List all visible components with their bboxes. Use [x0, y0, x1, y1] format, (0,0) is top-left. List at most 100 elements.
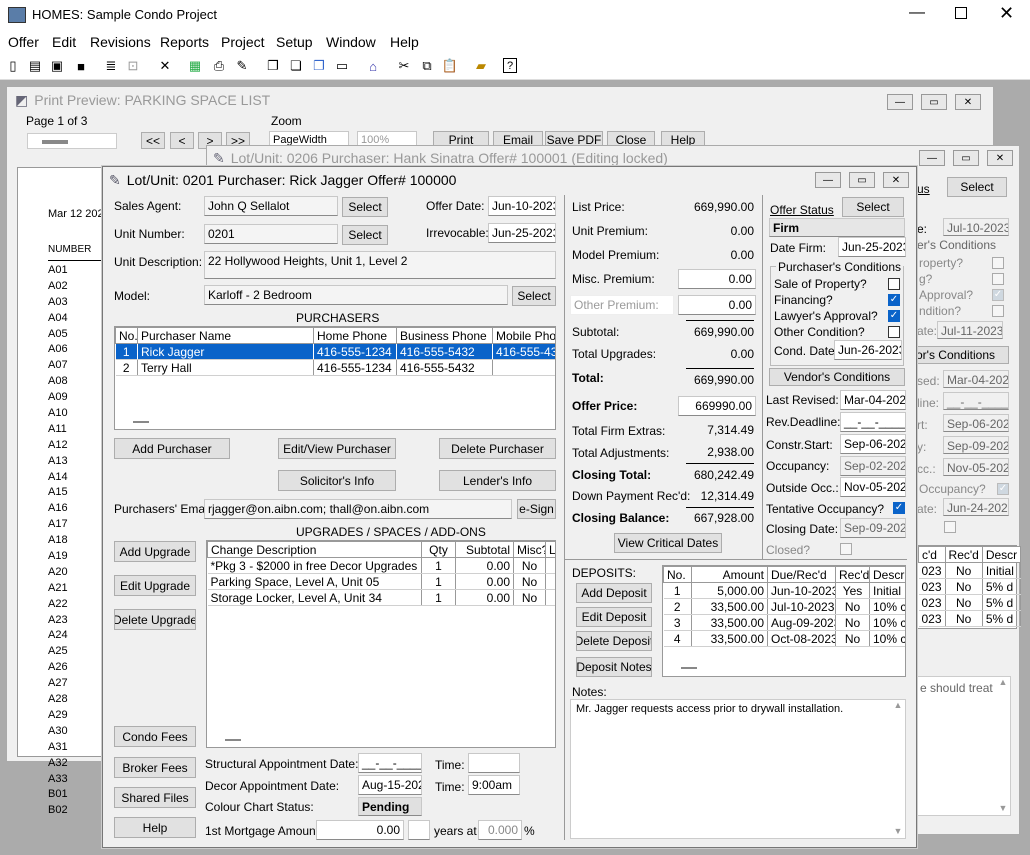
main-maximize-icon[interactable]: ▭	[849, 172, 875, 188]
menu-reports[interactable]: Reports	[160, 34, 209, 50]
misc-premium-field[interactable]: 0.00	[678, 269, 756, 289]
cut-icon[interactable]: ✂	[395, 57, 413, 75]
unit-number-select-button[interactable]: Select	[342, 225, 388, 245]
deposits-col-no[interactable]: No.	[663, 566, 692, 583]
vendor-conditions-button[interactable]: Vendor's Conditions	[769, 368, 905, 386]
lender-info-button[interactable]: Lender's Info	[439, 470, 556, 491]
main-close-icon[interactable]: ✕	[883, 172, 909, 188]
paste-page-icon[interactable]: ❏	[287, 57, 305, 75]
offer-price-field[interactable]: 669990.00	[678, 396, 756, 416]
main-minimize-icon[interactable]: —	[815, 172, 841, 188]
paste-icon[interactable]: 📋	[441, 57, 459, 75]
table-row[interactable]: 023 No 5% d	[918, 578, 1022, 595]
upgrades-col-desc[interactable]: Change Description	[207, 541, 422, 558]
pp-maximize-icon[interactable]: ▭	[921, 94, 947, 110]
model-field[interactable]: Karloff - 2 Bedroom	[204, 285, 508, 305]
delete-icon[interactable]: ✕	[156, 57, 174, 75]
pp-minimize-icon[interactable]: —	[887, 94, 913, 110]
purchasers-col-business[interactable]: Business Phone	[396, 327, 493, 344]
lock-icon[interactable]: ⊡	[124, 57, 142, 75]
offer-date-field[interactable]: Jun-10-2023	[488, 196, 556, 216]
upgrades-col-l[interactable]: L	[545, 541, 555, 558]
back-select-button[interactable]: Select	[947, 177, 1007, 197]
other-premium-field[interactable]: 0.00	[678, 295, 756, 315]
upgrades-scroll-thumb[interactable]	[225, 739, 241, 741]
minimize-icon[interactable]: —	[909, 4, 925, 22]
maximize-icon[interactable]	[955, 7, 967, 19]
shared-files-button[interactable]: Shared Files	[114, 787, 196, 808]
purchasers-col-name[interactable]: Purchaser Name	[137, 327, 314, 344]
back-vendor-button[interactable]: or's Conditions	[911, 346, 1009, 364]
notes-scrollbar[interactable]: ▲ ▼	[891, 700, 905, 838]
offer-status-select-button[interactable]: Select	[842, 197, 904, 217]
structural-time-field[interactable]	[468, 753, 520, 773]
menu-offer[interactable]: Offer	[8, 34, 39, 50]
back-close-icon[interactable]: ✕	[987, 150, 1013, 166]
prev-page-button[interactable]: <	[170, 132, 194, 149]
close-icon[interactable]: ✕	[999, 3, 1014, 24]
table-row[interactable]: 023 No Initial	[918, 562, 1022, 579]
edit-icon[interactable]: ✎	[233, 57, 251, 75]
purchasers-col-no[interactable]: No.	[115, 327, 138, 344]
delete-upgrade-button[interactable]: Delete Upgrade	[114, 609, 196, 630]
save-icon[interactable]: ■	[72, 57, 90, 75]
pp-close-icon[interactable]: ✕	[955, 94, 981, 110]
cond-date-field[interactable]: Jun-26-2023	[834, 340, 902, 360]
structural-appointment-field[interactable]: __-__-____	[358, 753, 422, 773]
tentative-occupancy-checkbox[interactable]: ✓	[893, 502, 905, 514]
menu-help[interactable]: Help	[390, 34, 419, 50]
table-row[interactable]: 1 Rick Jagger 416-555-1234 416-555-5432 …	[115, 343, 555, 360]
unit-number-field[interactable]: 0201	[204, 224, 338, 244]
table-row[interactable]: *Pkg 3 - $2000 in free Decor Upgrades 1 …	[207, 557, 555, 574]
lawyer-approval-checkbox[interactable]: ✓	[888, 310, 900, 322]
table-row[interactable]: Storage Locker, Level A, Unit 34 1 0.00 …	[207, 589, 555, 606]
table-row[interactable]: 4 33,500.00 Oct-08-2023 No 10% c	[663, 630, 905, 647]
menu-edit[interactable]: Edit	[52, 34, 76, 50]
upgrades-col-qty[interactable]: Qty	[421, 541, 456, 558]
folder-icon[interactable]: ▰	[472, 57, 490, 75]
upgrades-col-misc[interactable]: Misc?	[513, 541, 546, 558]
copy-page-icon[interactable]: ❐	[264, 57, 282, 75]
delete-deposit-button[interactable]: Delete Deposit	[576, 631, 652, 651]
edit-purchaser-button[interactable]: Edit/View Purchaser	[278, 438, 396, 459]
first-page-button[interactable]: <<	[141, 132, 165, 149]
stack-icon[interactable]: ≣	[102, 57, 120, 75]
mortgage-rate-field[interactable]: 0.000	[478, 820, 522, 840]
last-revised-field[interactable]: Mar-04-2024	[840, 390, 906, 410]
other-condition-checkbox[interactable]	[888, 326, 900, 338]
financing-checkbox[interactable]: ✓	[888, 294, 900, 306]
model-select-button[interactable]: Select	[512, 286, 556, 306]
table-row[interactable]: 2 Terry Hall 416-555-1234 416-555-5432	[115, 359, 555, 376]
edit-deposit-button[interactable]: Edit Deposit	[576, 607, 652, 627]
sale-of-property-checkbox[interactable]	[888, 278, 900, 290]
help-icon[interactable]: ?	[503, 58, 517, 73]
page-slider-thumb[interactable]	[42, 140, 68, 144]
menu-revisions[interactable]: Revisions	[90, 34, 151, 50]
menu-window[interactable]: Window	[326, 34, 376, 50]
menu-setup[interactable]: Setup	[276, 34, 313, 50]
rev-deadline-field[interactable]: __-__-____	[840, 412, 906, 432]
add-deposit-button[interactable]: Add Deposit	[576, 583, 652, 603]
irrevocable-field[interactable]: Jun-25-2023	[488, 223, 556, 243]
copy-icon[interactable]: ⧉	[418, 57, 436, 75]
email-field[interactable]: rjagger@on.aibn.com; thall@on.aibn.com	[204, 499, 512, 519]
delete-purchaser-button[interactable]: Delete Purchaser	[439, 438, 556, 459]
sales-agent-field[interactable]: John Q Sellalot	[204, 196, 338, 216]
window-icon[interactable]: ▭	[333, 57, 351, 75]
table-row[interactable]: 2 33,500.00 Jul-10-2023 No 10% c	[663, 598, 905, 615]
mortgage-years-field[interactable]	[408, 820, 430, 840]
condo-fees-button[interactable]: Condo Fees	[114, 726, 196, 747]
constr-start-field[interactable]: Sep-06-2023	[840, 434, 906, 454]
print-icon[interactable]: ▣	[48, 57, 66, 75]
deposit-notes-button[interactable]: Deposit Notes	[576, 657, 652, 677]
outside-occupancy-field[interactable]: Nov-05-2025	[840, 477, 906, 497]
grid-icon[interactable]: ▦	[186, 57, 204, 75]
menu-project[interactable]: Project	[221, 34, 265, 50]
solicitor-info-button[interactable]: Solicitor's Info	[278, 470, 396, 491]
back-notes-scrollbar[interactable]: ▲ ▼	[996, 677, 1010, 815]
open-icon[interactable]: ▤	[26, 57, 44, 75]
purchasers-scroll-thumb[interactable]	[133, 421, 149, 423]
sales-agent-select-button[interactable]: Select	[342, 197, 388, 217]
new-icon[interactable]: ▯	[4, 57, 22, 75]
broker-fees-button[interactable]: Broker Fees	[114, 757, 196, 778]
